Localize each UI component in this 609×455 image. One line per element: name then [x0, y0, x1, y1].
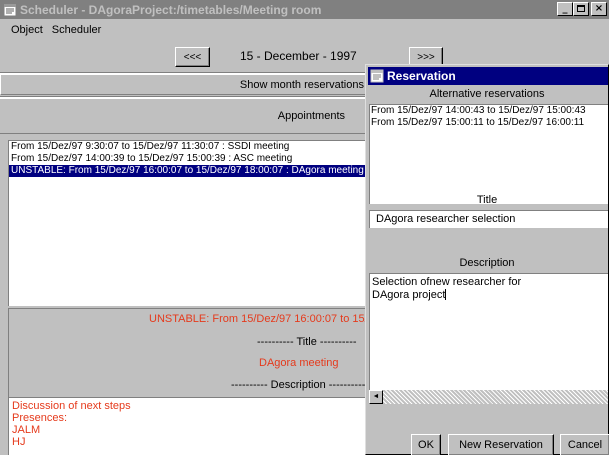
menu-bar: Object Scheduler [0, 19, 609, 41]
app-icon [3, 3, 17, 16]
horizontal-scrollbar[interactable]: ◄ [369, 390, 608, 404]
description-line: JALM [12, 424, 41, 436]
show-month-button[interactable]: Show month reservations [0, 74, 368, 95]
appointment-details: UNSTABLE: From 15/Dez/97 16:00:07 to 15/… [8, 308, 448, 455]
list-item[interactable]: From 15/Dez/97 14:00:39 to 15/Dez/97 15:… [9, 153, 368, 165]
details-description-separator: ---------- Description ---------- [231, 379, 366, 391]
close-icon[interactable]: × [591, 2, 607, 16]
textarea-line: Selection ofnew researcher for [372, 276, 522, 288]
ok-button[interactable]: OK [411, 434, 441, 455]
new-reservation-button[interactable]: New Reservation [448, 434, 554, 455]
description-textarea[interactable]: Selection ofnew researcher for DAgora pr… [369, 273, 608, 390]
details-title-separator: ---------- Title ---------- [257, 336, 357, 348]
dialog-title-bar[interactable]: Reservation [368, 67, 608, 85]
window-title: Scheduler - DAgoraProject:/timetables/Me… [20, 2, 322, 17]
dialog-app-icon [370, 69, 384, 83]
prev-button[interactable]: <<< [175, 47, 210, 67]
maximize-icon[interactable] [573, 2, 589, 16]
title-input[interactable]: DAgora researcher selection [369, 210, 608, 228]
menu-object[interactable]: Object [0, 24, 49, 36]
menu-scheduler[interactable]: Scheduler [49, 24, 108, 36]
main-title-bar[interactable]: Scheduler - DAgoraProject:/timetables/Me… [0, 0, 609, 19]
text-caret [445, 289, 447, 300]
reservation-dialog: Reservation Alternative reservations Fro… [365, 64, 609, 455]
minimize-icon[interactable]: _ [557, 2, 573, 16]
description-line: HJ [12, 436, 26, 448]
current-date: 15 - December - 1997 [240, 49, 357, 63]
alternatives-label: Alternative reservations [429, 88, 545, 100]
description-label: Description [459, 257, 515, 269]
description-line: Presences: [12, 412, 68, 424]
list-item-selected[interactable]: UNSTABLE: From 15/Dez/97 16:00:07 to 15/… [9, 165, 368, 177]
list-item[interactable]: From 15/Dez/97 14:00:43 to 15/Dez/97 15:… [370, 105, 608, 117]
cancel-button[interactable]: Cancel [560, 434, 609, 455]
appointments-list[interactable]: From 15/Dez/97 9:30:07 to 15/Dez/97 11:3… [8, 140, 368, 306]
list-item[interactable]: From 15/Dez/97 15:00:11 to 15/Dez/97 16:… [370, 117, 608, 129]
textarea-line: DAgora project [372, 289, 446, 301]
scroll-left-icon[interactable]: ◄ [369, 390, 383, 404]
alternatives-list[interactable]: From 15/Dez/97 14:00:43 to 15/Dez/97 15:… [369, 104, 608, 204]
details-title-value: DAgora meeting [259, 357, 339, 369]
appointments-header: Appointments [0, 98, 368, 134]
dialog-title: Reservation [387, 69, 456, 83]
description-line: Discussion of next steps [12, 400, 131, 412]
title-label: Title [476, 194, 498, 206]
list-item[interactable]: From 15/Dez/97 9:30:07 to 15/Dez/97 11:3… [9, 141, 368, 153]
details-description: Discussion of next steps Presences: JALM… [9, 397, 369, 455]
